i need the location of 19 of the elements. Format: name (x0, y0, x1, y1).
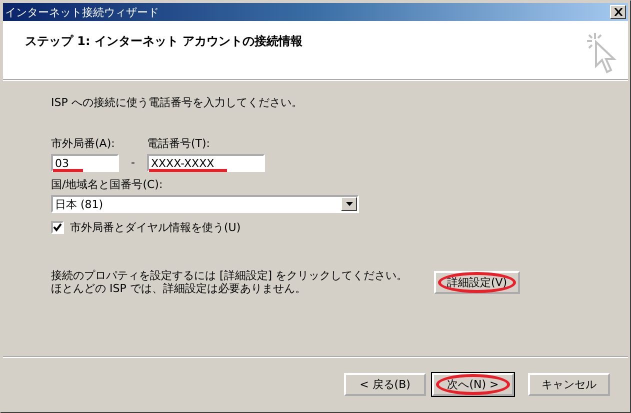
area-code-label: 市外局番(A): (51, 136, 116, 151)
phone-number-label: 電話番号(T): (146, 136, 211, 151)
close-icon (614, 8, 622, 16)
wizard-button[interactable]: キャンセル (528, 372, 610, 396)
country-label: 国/地域名と国番号(C): (51, 177, 164, 192)
close-button[interactable] (610, 5, 626, 19)
step-title: ステップ 1: インターネット アカウントの接続情報 (25, 33, 303, 50)
dropdown-arrow-icon (346, 202, 352, 206)
note-text: 接続のプロパティを設定するには [詳細設定] をクリックしてください。 (51, 269, 409, 282)
instruction-text: ISP への接続に使う電話番号を入力してください。 (51, 95, 304, 110)
checkmark-icon (53, 223, 62, 232)
area-code-field[interactable]: 03 (51, 154, 119, 172)
wizard-button[interactable]: < 戻る(B) (344, 372, 426, 396)
country-dropdown[interactable]: 日本 (81) (51, 195, 359, 213)
checkbox[interactable] (51, 221, 64, 234)
checkbox-label: 市外局番とダイヤル情報を使う(U) (70, 220, 241, 235)
dash-separator: - (131, 156, 135, 169)
window-title: インターネット接続ウィザード (5, 4, 159, 20)
note-text: ほとんどの ISP では、詳細設定は必要ありません。 (51, 282, 307, 295)
